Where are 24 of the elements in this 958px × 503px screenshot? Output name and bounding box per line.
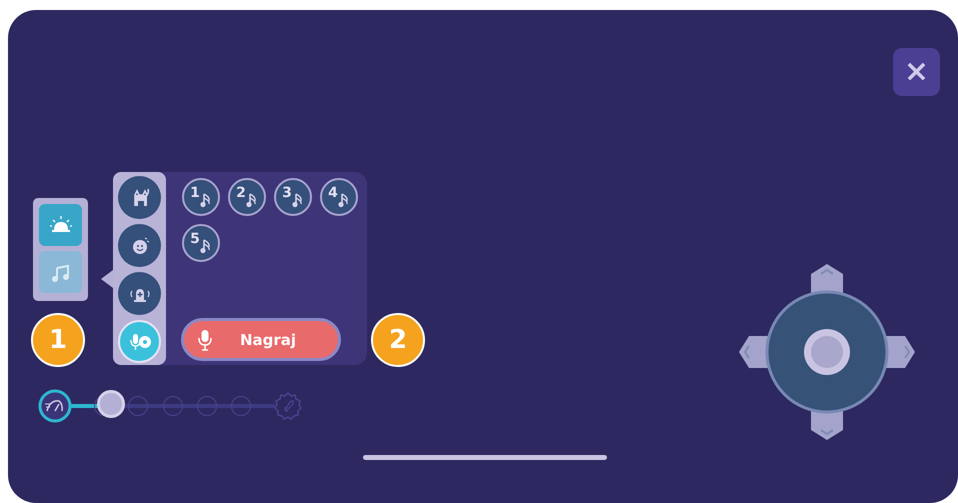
alarm-bell-icon [48,215,72,235]
music-note-icon [200,238,212,254]
music-note-icon [246,192,258,208]
music-note-icon [200,192,212,208]
sound-button[interactable]: 1 [182,178,220,216]
sound-button[interactable]: 5 [182,224,220,262]
sound-button[interactable]: 4 [320,178,358,216]
music-note-icon [292,192,304,208]
callout-badge: 1 [31,313,85,367]
callout-badge: 2 [371,313,425,367]
sound-group-button[interactable] [118,176,161,219]
slider-thumb[interactable] [97,390,125,418]
microphone-icon [198,328,212,350]
sound-group-button[interactable] [118,224,161,267]
record-button[interactable]: Nagraj [181,318,341,361]
speedometer-icon [38,389,72,423]
speed-slider[interactable] [38,389,303,423]
sound-group-button[interactable] [118,272,161,315]
rocket-icon [273,391,303,421]
close-button[interactable]: × [893,48,940,96]
music-note-icon [338,192,350,208]
alarm-tab[interactable] [39,204,82,246]
sound-button[interactable]: 3 [274,178,312,216]
sound-button[interactable]: 2 [228,178,266,216]
